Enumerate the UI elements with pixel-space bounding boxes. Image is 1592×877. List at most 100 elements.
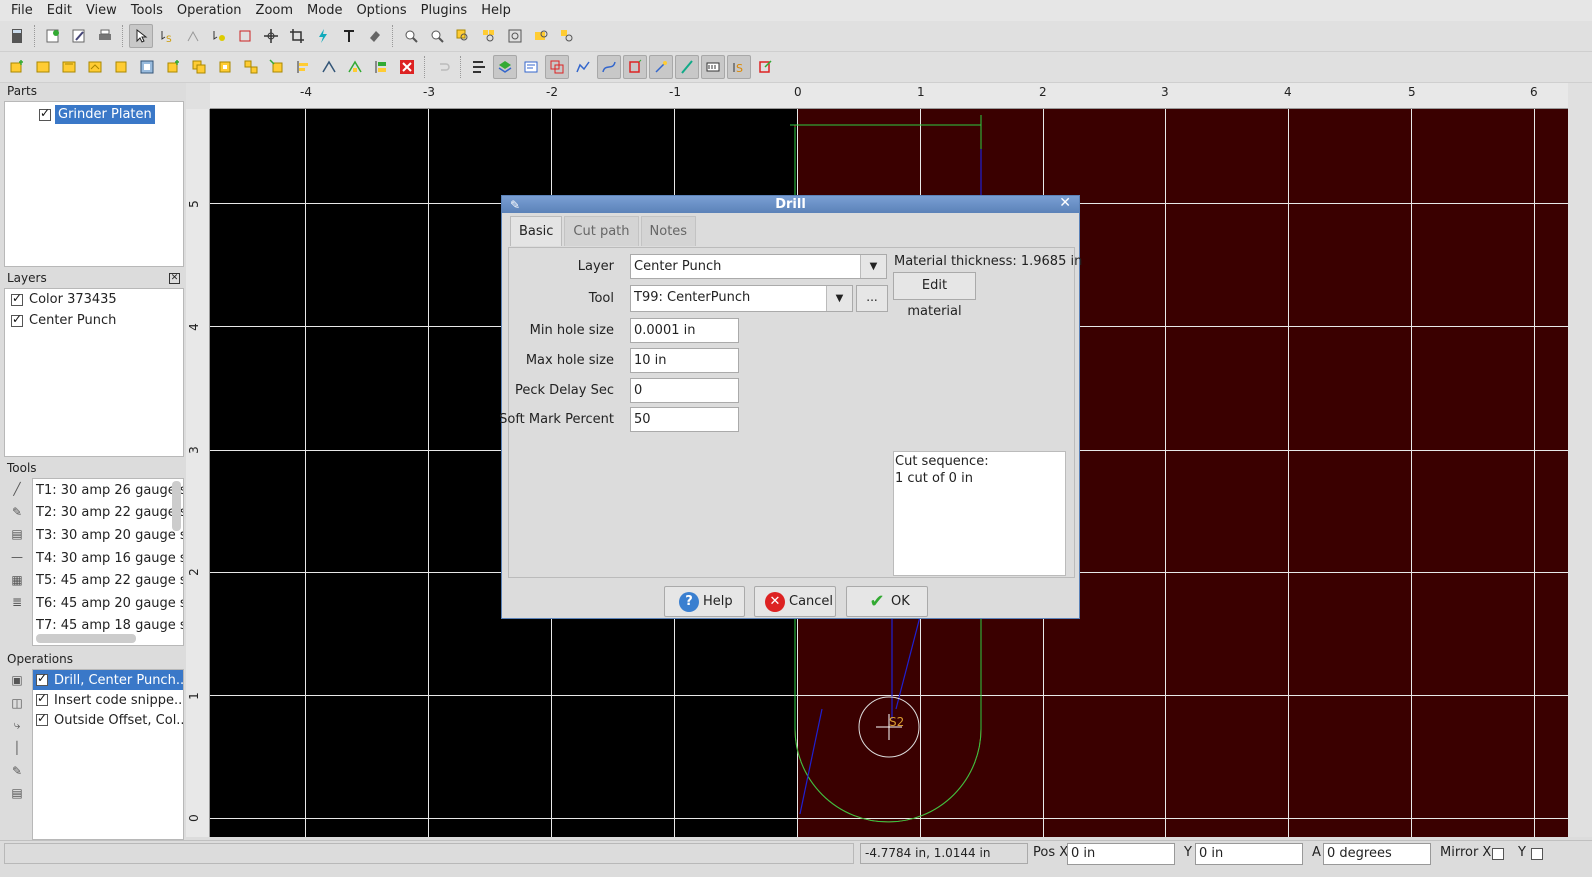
copy-part-icon[interactable] <box>187 55 211 79</box>
align-icon[interactable] <box>291 55 315 79</box>
menu-zoom[interactable]: Zoom <box>249 0 300 21</box>
move-icon[interactable] <box>259 24 283 48</box>
peck-delay-input[interactable]: 0 <box>630 378 739 403</box>
show-kerf-icon[interactable] <box>675 55 699 79</box>
zoom-extents-icon[interactable] <box>503 24 527 48</box>
delete-icon[interactable] <box>395 55 419 79</box>
tool-browse-button[interactable]: ... <box>856 285 888 312</box>
soft-mark-input[interactable]: 50 <box>630 407 739 432</box>
chevron-down-icon[interactable]: ▼ <box>826 286 852 311</box>
sort-parts-icon[interactable] <box>369 55 393 79</box>
operations-list[interactable]: Drill, Center Punch... Insert code snipp… <box>32 669 184 840</box>
menu-mode[interactable]: Mode <box>300 0 349 21</box>
max-hole-input[interactable]: 10 in <box>630 348 739 373</box>
layer-checkbox[interactable] <box>11 312 23 327</box>
layer-select[interactable]: Center Punch ▼ <box>630 254 887 279</box>
tool-item[interactable]: T4: 30 amp 16 gauge st <box>33 547 183 570</box>
operation-checkbox[interactable] <box>36 711 48 726</box>
show-paths-icon[interactable] <box>467 55 491 79</box>
zoom-material-icon[interactable] <box>529 24 553 48</box>
ok-button[interactable]: ✔ OK <box>846 586 928 617</box>
operation-item[interactable]: Insert code snippe... <box>33 690 183 710</box>
min-hole-input[interactable]: 0.0001 in <box>630 318 739 343</box>
lead-in-icon[interactable] <box>265 55 289 79</box>
show-direction-icon[interactable] <box>597 55 621 79</box>
show-cut-order-icon[interactable] <box>545 55 569 79</box>
parts-list[interactable]: Grinder Platen <box>4 101 184 267</box>
add-sheet-icon[interactable] <box>161 55 185 79</box>
operation-item[interactable]: Drill, Center Punch... <box>33 670 183 690</box>
tab-icon[interactable] <box>317 55 341 79</box>
part-checkbox[interactable] <box>39 106 51 121</box>
pos-y-input[interactable]: 0 in <box>1195 843 1303 865</box>
menu-edit[interactable]: Edit <box>40 0 79 21</box>
eraser-icon[interactable] <box>363 24 387 48</box>
angle-input[interactable]: 0 degrees <box>1323 843 1431 865</box>
nest-icon[interactable] <box>213 55 237 79</box>
edit-part-icon[interactable] <box>67 24 91 48</box>
menu-help[interactable]: Help <box>474 0 518 21</box>
tab-cut-path[interactable]: Cut path <box>564 216 639 246</box>
menu-plugins[interactable]: Plugins <box>414 0 475 21</box>
calculator-icon[interactable] <box>5 24 29 48</box>
tool-item[interactable]: T3: 30 amp 20 gauge st <box>33 524 183 547</box>
menu-tools[interactable]: Tools <box>124 0 170 21</box>
edit-tabs-icon[interactable] <box>343 55 367 79</box>
vertical-scrollbar[interactable] <box>1568 83 1592 837</box>
menu-operation[interactable]: Operation <box>170 0 249 21</box>
zoom-selection-icon[interactable] <box>451 24 475 48</box>
add-frame-icon[interactable] <box>135 55 159 79</box>
layer-item[interactable]: Color 373435 <box>5 289 183 310</box>
new-part-icon[interactable] <box>41 24 65 48</box>
mirror-x-checkbox[interactable] <box>1492 848 1504 860</box>
help-button[interactable]: ? Help <box>664 586 745 617</box>
show-part-names-icon[interactable] <box>753 55 777 79</box>
menu-options[interactable]: Options <box>349 0 413 21</box>
tab-notes[interactable]: Notes <box>640 216 697 246</box>
import-svg-icon[interactable] <box>83 55 107 79</box>
menu-file[interactable]: File <box>4 0 40 21</box>
layer-item[interactable]: Center Punch <box>5 310 183 331</box>
select-shape-icon[interactable]: S <box>155 24 179 48</box>
undo-icon[interactable] <box>431 55 455 79</box>
operation-checkbox[interactable] <box>36 691 48 706</box>
show-sequence-icon[interactable]: S <box>727 55 751 79</box>
add-parts-icon[interactable] <box>5 55 29 79</box>
tool-item[interactable]: T1: 30 amp 26 gauge st <box>33 479 183 502</box>
tool-item[interactable]: T6: 45 amp 20 gauge st <box>33 592 183 615</box>
tool-item[interactable]: T5: 45 amp 22 gauge st <box>33 569 183 592</box>
layers-icon[interactable] <box>493 55 517 79</box>
tools-hscrollbar[interactable] <box>36 634 136 643</box>
chevron-down-icon[interactable]: ▼ <box>860 255 886 278</box>
select-region-icon[interactable] <box>233 24 257 48</box>
edit-material-button[interactable]: Edit material <box>893 272 976 319</box>
show-pierce-icon[interactable] <box>649 55 673 79</box>
layer-checkbox[interactable] <box>11 291 23 306</box>
zoom-previous-icon[interactable] <box>555 24 579 48</box>
array-icon[interactable] <box>239 55 263 79</box>
part-item-grinder-platen[interactable]: Grinder Platen <box>5 104 183 125</box>
text-tool-icon[interactable] <box>337 24 361 48</box>
lightning-icon[interactable] <box>311 24 335 48</box>
crop-icon[interactable] <box>285 24 309 48</box>
pos-x-input[interactable]: 0 in <box>1067 843 1175 865</box>
tab-basic[interactable]: Basic <box>510 216 563 246</box>
select-sequence-icon[interactable] <box>207 24 231 48</box>
cancel-button[interactable]: ✕ Cancel <box>754 586 836 617</box>
print-icon[interactable] <box>93 24 117 48</box>
tool-select[interactable]: T99: CenterPunch ▼ <box>630 285 853 312</box>
select-pointer-icon[interactable] <box>129 24 153 48</box>
zoom-parts-icon[interactable] <box>477 24 501 48</box>
notes-icon[interactable] <box>519 55 543 79</box>
zoom-in-icon[interactable] <box>399 24 423 48</box>
add-rectangle-icon[interactable] <box>109 55 133 79</box>
mirror-y-checkbox[interactable] <box>1531 848 1543 860</box>
menu-view[interactable]: View <box>79 0 124 21</box>
node-edit-icon[interactable] <box>181 24 205 48</box>
show-leads-icon[interactable] <box>623 55 647 79</box>
operation-checkbox[interactable] <box>36 671 48 686</box>
operation-item[interactable]: Outside Offset, Col... <box>33 710 183 730</box>
show-rapids-icon[interactable] <box>571 55 595 79</box>
show-material-icon[interactable] <box>701 55 725 79</box>
close-icon[interactable]: ✕ <box>169 273 180 284</box>
